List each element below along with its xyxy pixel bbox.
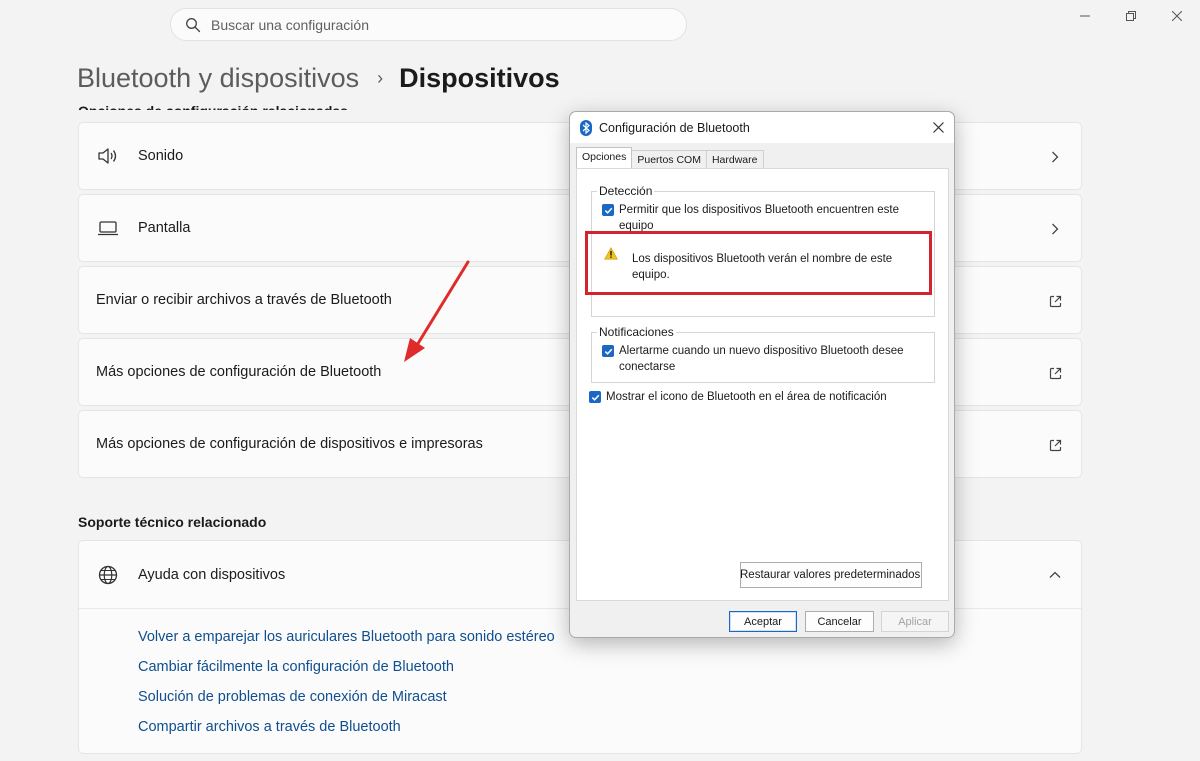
dialog-tabs: Opciones Puertos COM Hardware [576, 147, 764, 168]
dialog-titlebar[interactable]: Configuración de Bluetooth [570, 112, 954, 143]
checkbox-checked[interactable] [602, 345, 614, 357]
bluetooth-icon [580, 119, 592, 136]
checkbox-checked[interactable] [589, 391, 601, 403]
annotation-highlight-box [585, 231, 932, 295]
minimize-button[interactable] [1062, 0, 1108, 32]
speaker-icon [96, 144, 120, 168]
chevron-up-icon[interactable] [1047, 567, 1063, 583]
page-title: Dispositivos [399, 62, 560, 93]
related-settings-heading: Opciones de configuración relacionadas [78, 97, 348, 110]
help-link[interactable]: Solución de problemas de conexión de Mir… [138, 688, 1081, 718]
chevron-right-icon [1047, 221, 1063, 237]
allow-discovery-checkbox[interactable]: Permitir que los dispositivos Bluetooth … [602, 202, 899, 234]
annotation-arrow [404, 260, 470, 362]
show-tray-icon-checkbox[interactable]: Mostrar el icono de Bluetooth en el área… [589, 389, 887, 405]
breadcrumb-parent[interactable]: Bluetooth y dispositivos [77, 63, 359, 94]
alert-new-device-checkbox[interactable]: Alertarme cuando un nuevo dispositivo Bl… [602, 343, 904, 375]
help-link[interactable]: Cambiar fácilmente la configuración de B… [138, 658, 1081, 688]
apply-button[interactable]: Aplicar [881, 611, 949, 632]
help-header-label: Ayuda con dispositivos [138, 566, 286, 583]
card-label: Más opciones de configuración de disposi… [96, 436, 483, 452]
card-label: Más opciones de configuración de Bluetoo… [96, 364, 382, 380]
tab-puertos-com[interactable]: Puertos COM [631, 150, 707, 168]
globe-icon [96, 563, 120, 587]
close-icon [1172, 11, 1182, 21]
tab-hardware[interactable]: Hardware [705, 150, 764, 168]
search-icon [186, 17, 201, 32]
restore-defaults-label: Restaurar valores predeterminados [740, 569, 921, 581]
search-box[interactable] [170, 8, 687, 41]
checkbox-checked[interactable] [602, 204, 614, 216]
allow-discovery-label: Permitir que los dispositivos Bluetooth … [619, 202, 899, 234]
support-heading: Soporte técnico relacionado [78, 514, 267, 530]
alert-new-device-label-line2: conectarse [619, 361, 676, 373]
close-icon [932, 121, 944, 133]
chevron-right-icon [1047, 149, 1063, 165]
notifications-legend: Notificaciones [597, 325, 676, 339]
dialog-close-button[interactable] [930, 119, 946, 135]
restore-window-icon [1126, 11, 1136, 21]
breadcrumb: Bluetooth y dispositivos › Dispositivos [77, 58, 560, 98]
minimize-icon [1080, 15, 1090, 17]
restore-defaults-button[interactable]: Restaurar valores predeterminados [740, 562, 922, 588]
cancel-button[interactable]: Cancelar [805, 611, 874, 632]
show-tray-icon-label: Mostrar el icono de Bluetooth en el área… [606, 391, 887, 403]
search-input[interactable] [211, 16, 651, 33]
window-controls [1062, 0, 1200, 32]
breadcrumb-separator: › [377, 67, 384, 88]
tab-opciones[interactable]: Opciones [576, 147, 633, 168]
allow-discovery-label-line1: Permitir que los dispositivos Bluetooth … [619, 204, 899, 216]
card-label: Enviar o recibir archivos a través de Bl… [96, 292, 392, 308]
external-link-icon [1047, 293, 1063, 309]
external-link-icon [1047, 437, 1063, 453]
bluetooth-settings-dialog: Configuración de Bluetooth Opciones Puer… [569, 111, 955, 638]
tab-panel-opciones: Detección Permitir que los dispositivos … [576, 168, 949, 601]
external-link-icon [1047, 365, 1063, 381]
monitor-icon [96, 216, 120, 240]
alert-new-device-label: Alertarme cuando un nuevo dispositivo Bl… [619, 343, 904, 375]
alert-new-device-label-line1: Alertarme cuando un nuevo dispositivo Bl… [619, 345, 904, 357]
detection-legend: Detección [597, 184, 655, 198]
help-link[interactable]: Compartir archivos a través de Bluetooth [138, 718, 1081, 748]
card-label: Sonido [138, 148, 184, 164]
card-label: Pantalla [138, 220, 191, 236]
dialog-title: Configuración de Bluetooth [599, 120, 750, 135]
close-window-button[interactable] [1154, 0, 1200, 32]
ok-button[interactable]: Aceptar [729, 611, 797, 632]
restore-window-button[interactable] [1108, 0, 1154, 32]
